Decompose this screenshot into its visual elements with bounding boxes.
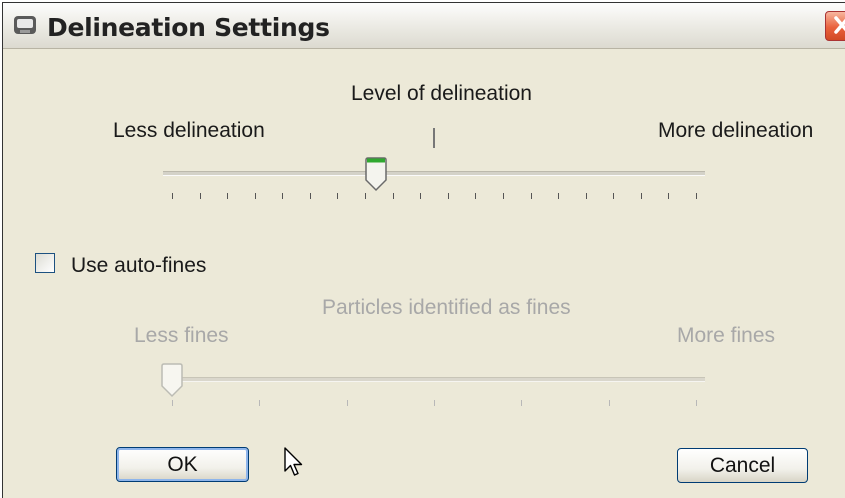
slider-tick [172,193,173,199]
slider-tick [200,193,201,199]
slider-tick [521,400,522,406]
fines-slider-track [163,377,705,382]
more-fines-label: More fines [677,324,776,347]
slider-tick [668,193,669,199]
less-delineation-label: Less delineation [113,119,265,142]
delineation-slider-track[interactable] [163,171,705,176]
delineation-slider-thumb[interactable] [364,156,388,192]
slider-tick [609,400,610,406]
app-icon [14,16,36,34]
slider-tick [310,193,311,199]
slider-tick [503,193,504,199]
slider-tick [259,400,260,406]
less-fines-label: Less fines [134,324,229,347]
slider-tick [172,400,173,406]
slider-tick [227,193,228,199]
slider-tick [558,193,559,199]
slider-tick [365,193,366,199]
slider-tick [420,193,421,199]
slider-tick [347,400,348,406]
auto-fines-label[interactable]: Use auto-fines [71,255,206,276]
cancel-button[interactable]: Cancel [677,448,808,483]
mouse-cursor-icon [284,447,303,476]
slider-tick [337,193,338,199]
more-delineation-label: More delineation [658,119,814,142]
slider-tick [393,193,394,199]
ok-button[interactable]: OK [116,447,249,482]
slider-tick [613,193,614,199]
fines-slider-thumb [161,363,183,398]
auto-fines-checkbox[interactable] [35,253,55,273]
close-button[interactable] [825,11,845,41]
delineation-heading: Level of delineation [351,82,532,105]
slider-tick [696,193,697,199]
slider-tick [696,400,697,406]
slider-tick [586,193,587,199]
slider-tick [434,400,435,406]
window-title: Delineation Settings [47,13,330,42]
close-icon [834,16,845,34]
slider-tick [448,193,449,199]
fines-heading: Particles identified as fines [322,296,571,319]
slider-tick [255,193,256,199]
title-bar[interactable]: Delineation Settings [3,3,845,49]
dialog-window: Delineation Settings [2,2,845,498]
slider-tick [641,193,642,199]
slider-tick [282,193,283,199]
slider-tick [531,193,532,199]
slider-tick [475,193,476,199]
slider-value-marker [433,128,435,148]
